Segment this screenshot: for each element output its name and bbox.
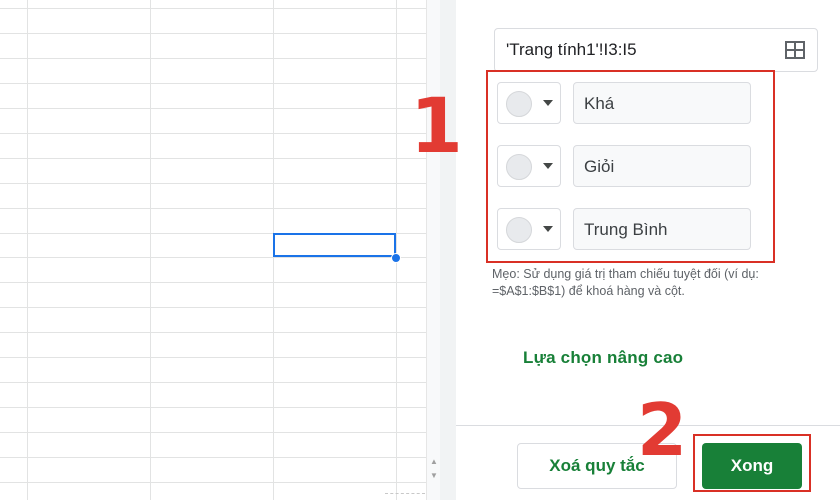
selected-cell[interactable]: [273, 233, 396, 257]
chevron-down-icon: [543, 100, 553, 106]
rule-value-field[interactable]: Khá: [573, 82, 751, 124]
tip-text: Mẹo: Sử dụng giá trị tham chiếu tuyệt đố…: [492, 266, 822, 300]
color-picker-button[interactable]: [497, 208, 561, 250]
done-button[interactable]: Xong: [702, 443, 802, 489]
tip-line: Mẹo: Sử dụng giá trị tham chiếu tuyệt đố…: [492, 267, 759, 281]
rule-value-field[interactable]: Trung Bình: [573, 208, 751, 250]
color-picker-button[interactable]: [497, 145, 561, 187]
vertical-scrollbar[interactable]: ▲ ▼: [426, 0, 440, 500]
row-divider: [0, 58, 426, 59]
row-divider: [0, 482, 426, 483]
annotation-number-1: 1: [410, 81, 463, 170]
row-divider: [0, 183, 426, 184]
panel-content: 'Trang tính1'!I3:I5 Khá Giỏi Trung Bình …: [456, 0, 840, 425]
row-divider: [0, 457, 426, 458]
spreadsheet-grid[interactable]: [0, 0, 426, 500]
row-divider: [0, 432, 426, 433]
column-divider: [396, 0, 397, 500]
row-divider: [0, 8, 426, 9]
select-range-grid-icon[interactable]: [785, 41, 805, 59]
range-input[interactable]: 'Trang tính1'!I3:I5: [494, 28, 818, 72]
row-divider: [0, 108, 426, 109]
chevron-down-icon: [543, 226, 553, 232]
tip-line: =$A$1:$B$1) để khoá hàng và cột.: [492, 284, 685, 298]
row-divider: [0, 407, 426, 408]
horizontal-scrollbar[interactable]: [385, 493, 425, 500]
scroll-up-arrow-icon[interactable]: ▲: [428, 456, 440, 468]
row-divider: [0, 332, 426, 333]
row-divider: [0, 357, 426, 358]
rule-value-text: Khá: [584, 94, 615, 113]
rule-value-field[interactable]: Giỏi: [573, 145, 751, 187]
column-divider: [150, 0, 151, 500]
rule-value-text: Trung Bình: [584, 220, 668, 239]
row-divider: [0, 382, 426, 383]
row-divider: [0, 158, 426, 159]
color-picker-button[interactable]: [497, 82, 561, 124]
row-divider: [0, 208, 426, 209]
color-swatch-icon: [506, 217, 532, 243]
row-divider: [0, 33, 426, 34]
range-value: 'Trang tính1'!I3:I5: [506, 40, 637, 59]
color-swatch-icon: [506, 91, 532, 117]
row-divider: [0, 83, 426, 84]
chevron-down-icon: [543, 163, 553, 169]
row-divider: [0, 257, 426, 258]
row-divider: [0, 307, 426, 308]
annotation-number-2: 2: [637, 388, 688, 472]
rule-value-text: Giỏi: [584, 157, 615, 176]
color-swatch-icon: [506, 154, 532, 180]
scroll-down-arrow-icon[interactable]: ▼: [428, 470, 440, 482]
advanced-options-link[interactable]: Lựa chọn nâng cao: [523, 348, 683, 368]
fill-handle[interactable]: [391, 253, 401, 263]
column-divider: [27, 0, 28, 500]
row-divider: [0, 282, 426, 283]
row-divider: [0, 133, 426, 134]
